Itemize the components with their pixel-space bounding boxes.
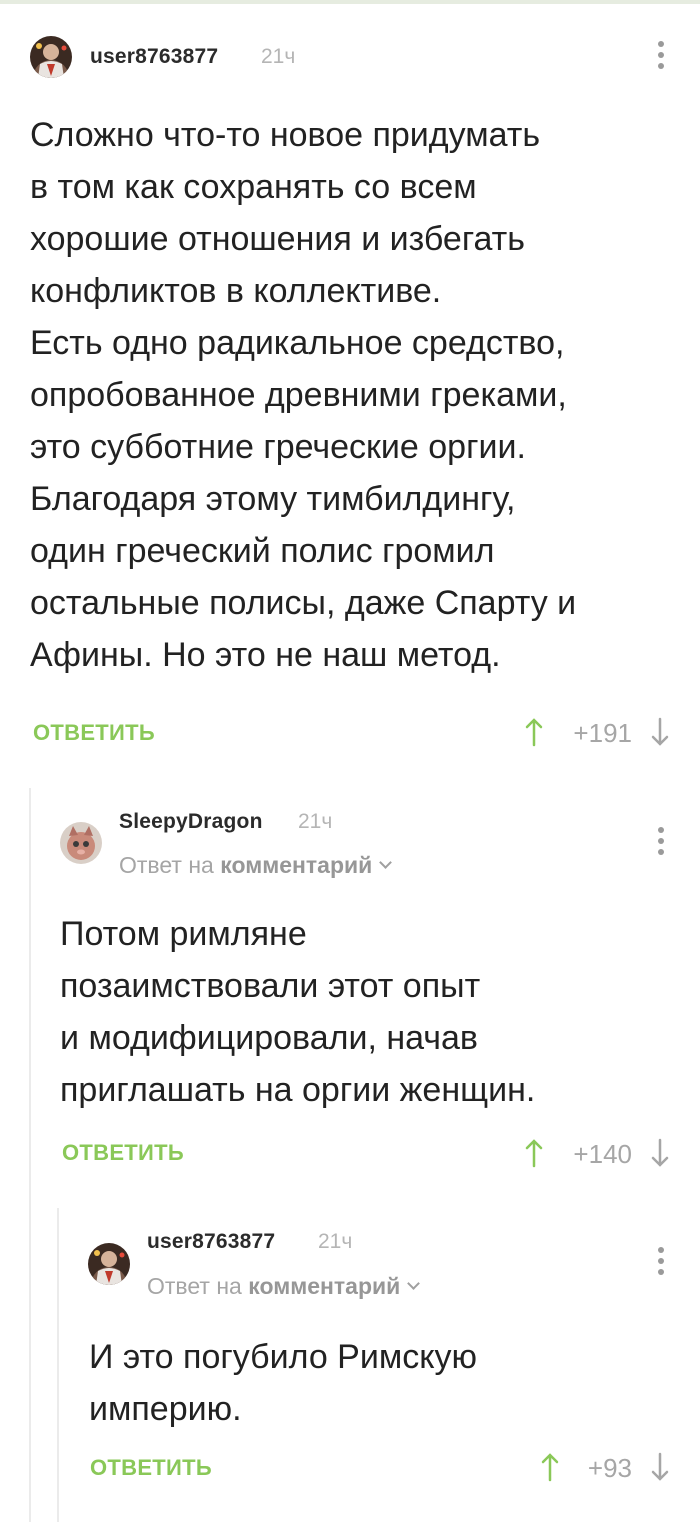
thread-line-level1 xyxy=(29,788,31,1522)
more-options-icon[interactable] xyxy=(654,1246,668,1276)
rating-value: +140 xyxy=(573,1139,632,1169)
comment-time: 21ч xyxy=(298,810,333,833)
vote-down-icon[interactable] xyxy=(650,1452,670,1482)
vote-up-icon[interactable] xyxy=(540,1452,560,1482)
reply-to-link[interactable]: Ответ на комментарий xyxy=(119,852,393,879)
thread-line-level2 xyxy=(57,1208,59,1522)
more-options-icon[interactable] xyxy=(654,826,668,856)
reply-to-prefix: Ответ на xyxy=(119,852,214,878)
vote-down-icon[interactable] xyxy=(650,717,670,747)
reply-to-prefix: Ответ на xyxy=(147,1273,242,1299)
comment-username[interactable]: SleepyDragon xyxy=(119,810,263,834)
top-divider xyxy=(0,0,700,4)
reply-to-link[interactable]: Ответ на комментарий xyxy=(147,1273,421,1300)
reply-button[interactable]: ОТВЕТИТЬ xyxy=(90,1455,212,1481)
comment-text: Потом римляне позаимствовали этот опыт и… xyxy=(60,915,536,1109)
vote-down-icon[interactable] xyxy=(650,1138,670,1168)
rating-value: +93 xyxy=(587,1453,632,1483)
comment-time: 21ч xyxy=(318,1230,353,1253)
comment-time: 21ч xyxy=(261,45,296,68)
reply-button[interactable]: ОТВЕТИТЬ xyxy=(33,720,155,746)
reply-button[interactable]: ОТВЕТИТЬ xyxy=(62,1140,184,1166)
chevron-down-icon[interactable] xyxy=(407,1277,421,1290)
vote-up-icon[interactable] xyxy=(524,717,544,747)
reply-to-target[interactable]: комментарий xyxy=(248,1273,400,1299)
comment-text: Сложно что-то новое придумать в том как … xyxy=(30,116,577,674)
reply-to-target[interactable]: комментарий xyxy=(220,852,372,878)
rating-value: +191 xyxy=(573,718,632,748)
avatar[interactable] xyxy=(30,36,72,78)
vote-up-icon[interactable] xyxy=(524,1138,544,1168)
avatar[interactable] xyxy=(60,822,102,864)
comment-username[interactable]: user8763877 xyxy=(90,45,218,69)
comment-username[interactable]: user8763877 xyxy=(147,1230,275,1254)
avatar[interactable] xyxy=(88,1243,130,1285)
comment-text: И это погубило Римскую империю. xyxy=(89,1338,477,1428)
chevron-down-icon[interactable] xyxy=(379,856,393,869)
more-options-icon[interactable] xyxy=(654,40,668,70)
